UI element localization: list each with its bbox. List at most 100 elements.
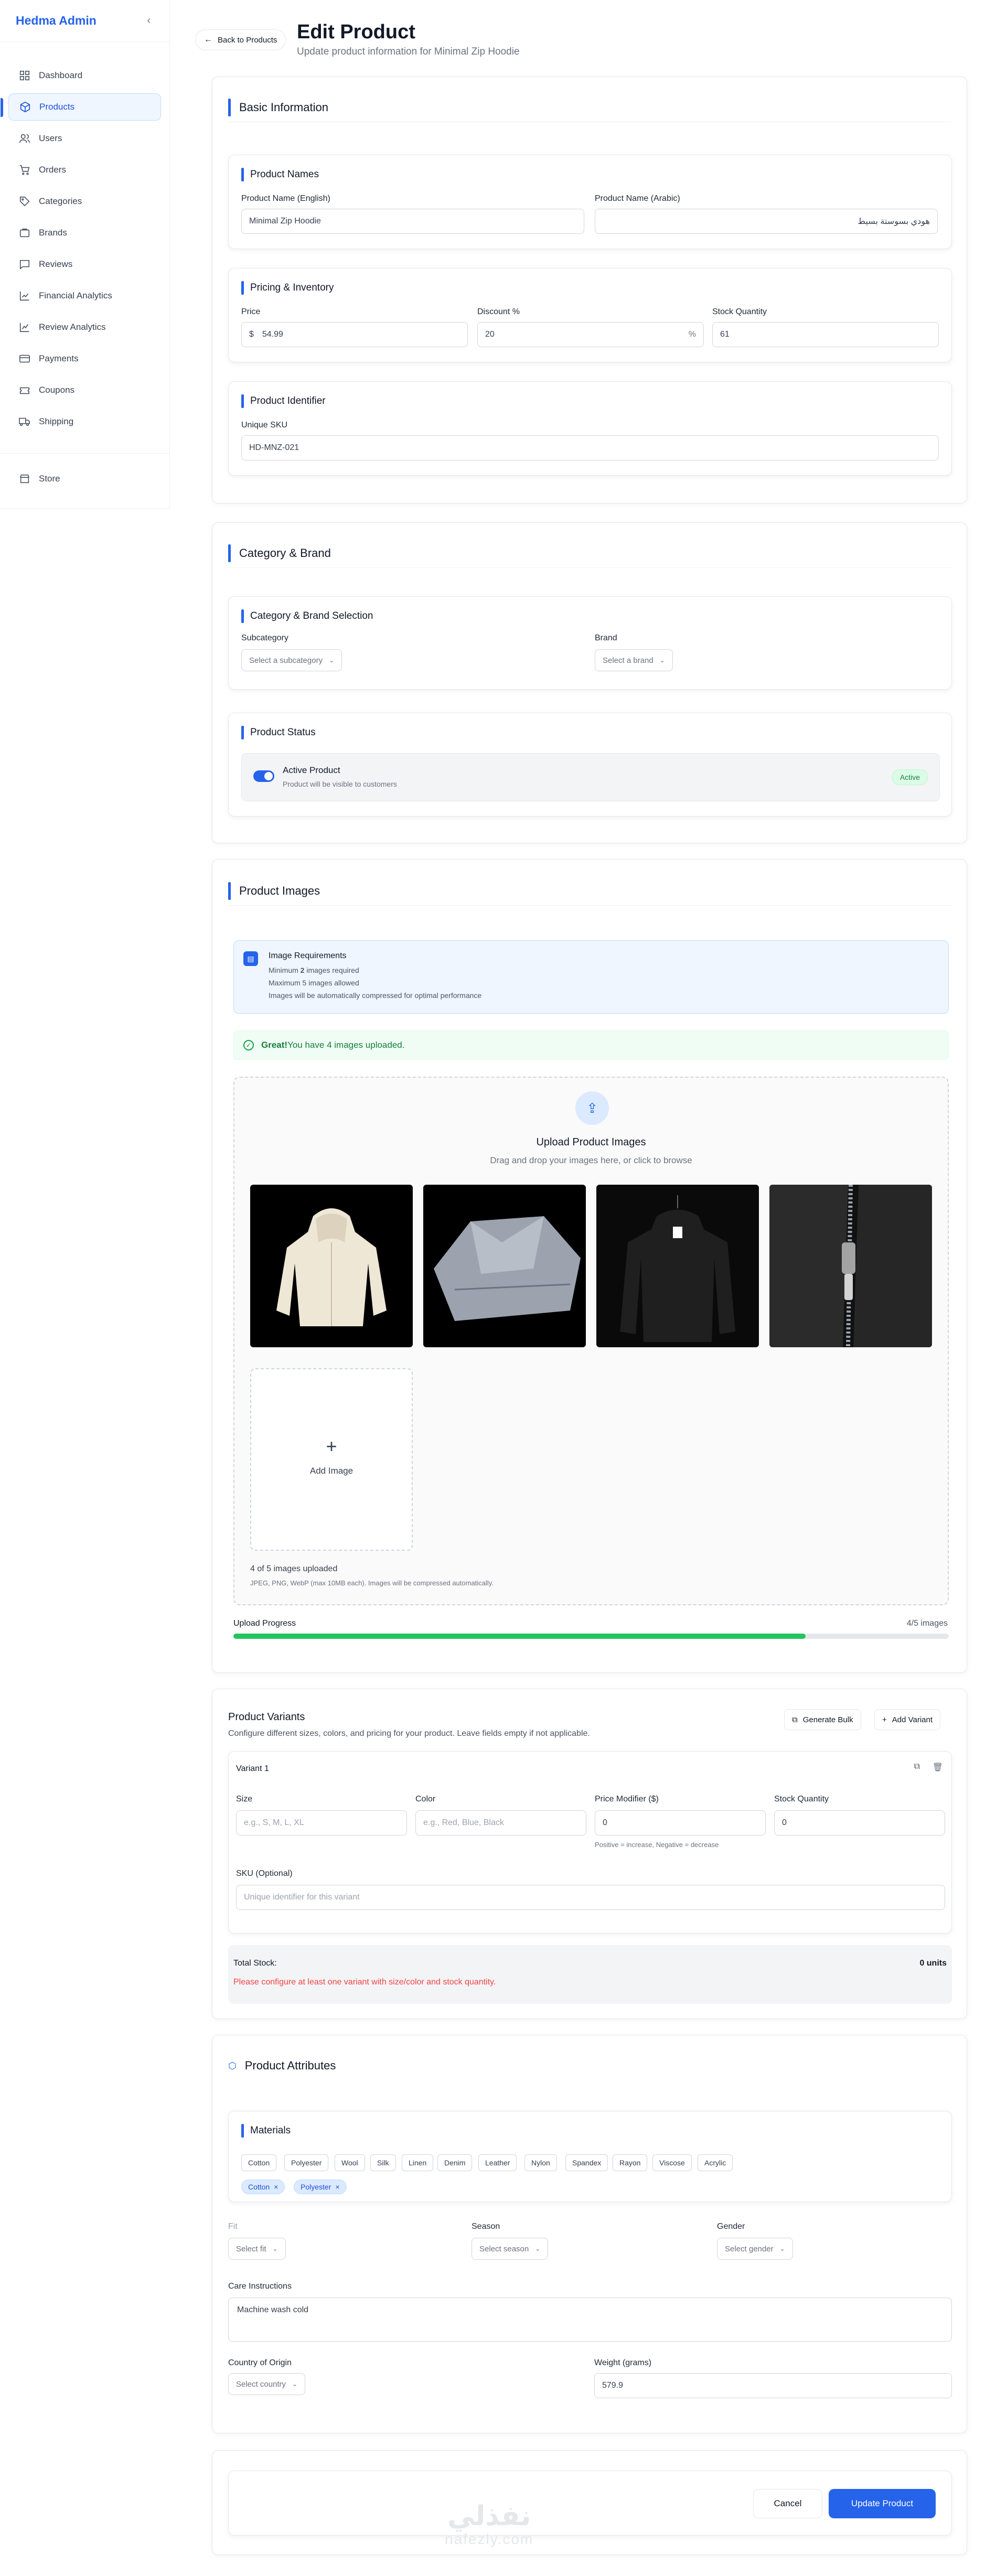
- fit-select[interactable]: Select fit ⌄: [228, 2238, 286, 2260]
- store-icon: [19, 474, 30, 484]
- card-title: Product Names: [241, 168, 319, 181]
- product-attributes-panel: ⬡ Product Attributes Materials Cotton Po…: [212, 2035, 967, 2433]
- chevron-down-icon: ⌄: [272, 2245, 278, 2252]
- back-to-products-button[interactable]: ← Back to Products: [195, 29, 286, 50]
- upload-title: Upload Product Images: [536, 1136, 646, 1148]
- name-ar-input[interactable]: هودي بسوستة بسيط: [595, 209, 938, 234]
- subcategory-select[interactable]: Select a subcategory ⌄: [241, 649, 342, 671]
- sidebar: Hedma Admin ‹ Dashboard Products Users O…: [0, 0, 170, 509]
- sidebar-item-financial-analytics[interactable]: Financial Analytics: [8, 282, 161, 309]
- variant-sku-label: SKU (Optional): [236, 1869, 293, 1878]
- variant-sku-input[interactable]: Unique identifier for this variant: [236, 1885, 945, 1910]
- cancel-button[interactable]: Cancel: [753, 2489, 822, 2518]
- material-chip[interactable]: Denim: [437, 2154, 473, 2171]
- sidebar-item-label: Store: [39, 474, 60, 484]
- name-en-input[interactable]: Minimal Zip Hoodie: [241, 209, 584, 234]
- material-chip[interactable]: Leather: [478, 2154, 517, 2171]
- status-badge: Active: [892, 769, 928, 785]
- active-description: Product will be visible to customers: [283, 780, 397, 788]
- material-chip[interactable]: Linen: [402, 2154, 434, 2171]
- sidebar-item-label: Orders: [39, 165, 66, 175]
- chevron-down-icon: ⌄: [779, 2245, 785, 2252]
- sidebar-item-reviews[interactable]: Reviews: [8, 251, 161, 278]
- country-select[interactable]: Select country ⌄: [228, 2373, 306, 2395]
- sidebar-item-orders[interactable]: Orders: [8, 156, 161, 184]
- image-requirements-box: ▤ Image Requirements Minimum 2 images re…: [233, 940, 949, 1014]
- sidebar-item-users[interactable]: Users: [8, 125, 161, 152]
- sku-input[interactable]: HD-MNZ-021: [241, 435, 939, 460]
- material-chip[interactable]: Cotton: [241, 2154, 277, 2171]
- material-chip[interactable]: Wool: [335, 2154, 365, 2171]
- section-header: Basic Information: [228, 93, 952, 122]
- material-chip[interactable]: Silk: [370, 2154, 396, 2171]
- image-dropzone[interactable]: ⇪ Upload Product Images Drag and drop yo…: [233, 1077, 949, 1605]
- discount-value: 20: [485, 330, 495, 339]
- sidebar-item-review-analytics[interactable]: Review Analytics: [8, 314, 161, 341]
- watermark-latin: nafezly.com: [445, 2531, 534, 2547]
- material-chip[interactable]: Spandex: [565, 2154, 608, 2171]
- stock-input[interactable]: 61: [712, 322, 939, 347]
- price-modifier-input[interactable]: 0: [595, 1810, 766, 1836]
- sidebar-item-shipping[interactable]: Shipping: [8, 408, 161, 435]
- color-input[interactable]: e.g., Red, Blue, Black: [415, 1810, 586, 1836]
- accent-bar: [228, 98, 231, 116]
- hoodie-black-image: [596, 1185, 759, 1347]
- upload-progress-bar: [233, 1634, 949, 1639]
- add-image-button[interactable]: + Add Image: [250, 1368, 413, 1551]
- remove-icon[interactable]: ×: [335, 2183, 339, 2191]
- product-variants-panel: Product Variants Configure different siz…: [212, 1689, 967, 2019]
- accent-bar: [241, 394, 244, 408]
- product-image-3[interactable]: [596, 1185, 759, 1347]
- gender-select[interactable]: Select gender ⌄: [717, 2238, 793, 2260]
- weight-input[interactable]: 579.9: [594, 2373, 952, 2398]
- selected-material-chip[interactable]: Polyester ×: [294, 2180, 347, 2194]
- sidebar-item-label: Products: [39, 102, 75, 112]
- add-variant-button[interactable]: + Add Variant: [874, 1709, 941, 1730]
- card-title: Category & Brand Selection: [241, 609, 373, 623]
- upload-progress-label: Upload Progress: [233, 1619, 296, 1628]
- generate-bulk-button[interactable]: ⧉ Generate Bulk: [784, 1709, 861, 1730]
- material-chip[interactable]: Acrylic: [698, 2154, 733, 2171]
- quantity-input[interactable]: 0: [774, 1810, 945, 1836]
- sidebar-item-label: Reviews: [39, 259, 73, 269]
- trash-icon[interactable]: 🗑: [933, 1762, 943, 1773]
- sidebar-item-products[interactable]: Products: [1, 93, 161, 121]
- active-toggle[interactable]: [253, 770, 274, 782]
- selected-material-chip[interactable]: Cotton ×: [241, 2180, 285, 2194]
- accent-bar: [241, 281, 244, 295]
- sidebar-item-store[interactable]: Store: [8, 465, 161, 492]
- sidebar-item-brands[interactable]: Brands: [8, 219, 161, 246]
- product-image-1[interactable]: [250, 1185, 413, 1347]
- material-chip[interactable]: Polyester: [284, 2154, 329, 2171]
- price-input[interactable]: $ 54.99: [241, 322, 468, 347]
- sidebar-item-coupons[interactable]: Coupons: [8, 377, 161, 404]
- product-image-2[interactable]: [423, 1185, 586, 1347]
- collapse-sidebar-icon[interactable]: ‹: [147, 15, 151, 27]
- sidebar-item-payments[interactable]: Payments: [8, 345, 161, 372]
- sidebar-item-dashboard[interactable]: Dashboard: [8, 62, 161, 89]
- country-placeholder: Select country: [236, 2379, 286, 2389]
- sidebar-item-categories[interactable]: Categories: [8, 188, 161, 215]
- brand-select[interactable]: Select a brand ⌄: [595, 649, 673, 671]
- material-chip[interactable]: Rayon: [613, 2154, 648, 2171]
- variant-warning: Please configure at least one variant wi…: [233, 1978, 496, 1987]
- update-product-button[interactable]: Update Product: [829, 2489, 936, 2518]
- brand-placeholder: Select a brand: [603, 656, 654, 665]
- box-icon: [20, 101, 30, 113]
- product-image-4[interactable]: [769, 1185, 932, 1347]
- remove-icon[interactable]: ×: [274, 2183, 278, 2191]
- cube-icon: ⬡: [228, 2060, 237, 2071]
- selected-material-label: Cotton: [248, 2183, 270, 2191]
- size-input[interactable]: e.g., S, M, L, XL: [236, 1810, 407, 1836]
- discount-input[interactable]: 20 %: [477, 322, 704, 347]
- duplicate-icon[interactable]: ⧉: [914, 1762, 920, 1772]
- add-image-label: Add Image: [309, 1466, 353, 1476]
- material-chip[interactable]: Viscose: [652, 2154, 692, 2171]
- product-names-card: Product Names Product Name (English) Min…: [228, 155, 952, 249]
- fit-label: Fit: [228, 2222, 238, 2231]
- section-title: Product Attributes: [244, 2059, 336, 2072]
- season-select[interactable]: Select season ⌄: [472, 2238, 549, 2260]
- material-chip[interactable]: Nylon: [524, 2154, 557, 2171]
- care-instructions-textarea[interactable]: Machine wash cold: [228, 2298, 952, 2342]
- watermark: نفذلي nafezly.com: [445, 2502, 533, 2548]
